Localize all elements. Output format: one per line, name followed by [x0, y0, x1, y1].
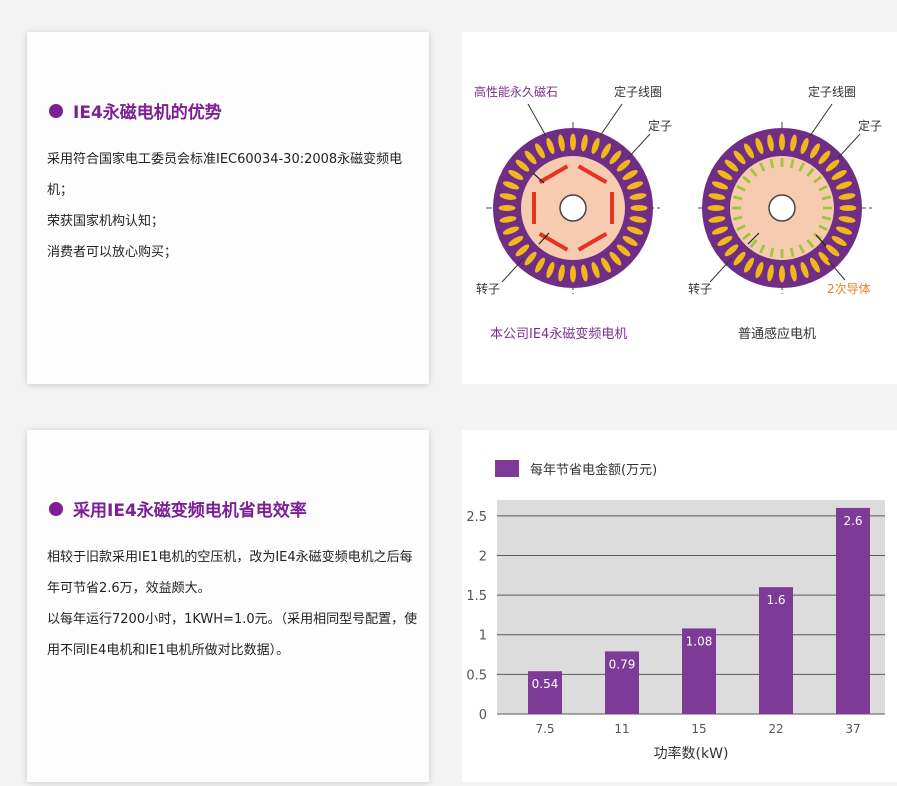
bullet-dot-icon	[49, 501, 63, 516]
x-tick-label: 22	[768, 722, 783, 736]
advantages-body: 采用符合国家电工委员会标准IEC60034-30:2008永磁变频电机； 荣获国…	[47, 144, 423, 268]
im-stator-leader	[837, 133, 861, 159]
advantages-heading: IE4永磁电机的优势	[49, 98, 222, 123]
stator-coil	[707, 205, 725, 211]
pm-magnet-leader	[527, 103, 547, 137]
secondary-conductor-bar	[823, 206, 832, 210]
pm-magnet-label: 高性能永久磁石	[474, 84, 558, 99]
legend-label: 每年节省电金额(万元)	[530, 462, 657, 478]
advantages-line-1: 采用符合国家电工委员会标准IEC60034-30:2008永磁变频电机；	[47, 152, 403, 198]
bullet-dot-icon	[49, 103, 63, 118]
induction-motor: 定子线圈 定子 转子 2次导体 普通感应电机	[688, 84, 882, 342]
y-tick-label: 0.5	[466, 668, 487, 683]
pm-shaft	[559, 194, 587, 222]
bar-data-label: 2.6	[843, 514, 862, 528]
savings-bar-chart: 每年节省电金额(万元) 0 0.5 1 1.5 2 2.5 0.54 0.79 1.08 1.6…	[466, 460, 885, 762]
y-tick-label: 2.5	[466, 510, 487, 525]
im-shaft	[768, 194, 796, 222]
pm-stator-label: 定子	[648, 118, 672, 133]
advantages-line-3: 消费者可以放心购买；	[47, 245, 178, 260]
pm-motor-caption: 本公司IE4永磁变频电机	[490, 326, 627, 342]
secondary-conductor-bar	[780, 249, 784, 258]
stator-coil	[570, 265, 576, 283]
im-rotor-label: 转子	[688, 281, 712, 296]
im-coil-leader	[809, 103, 833, 137]
bar-data-label: 0.54	[532, 677, 559, 691]
y-tick-label: 2	[479, 549, 487, 564]
pm-stator-leader	[627, 133, 651, 159]
bar	[836, 507, 870, 714]
x-axis-label: 功率数(kW)	[654, 745, 729, 762]
y-tick-label: 1.5	[466, 589, 487, 604]
pm-rotor-leader	[501, 257, 525, 283]
pm-coil-label: 定子线圈	[614, 84, 662, 99]
stator-coil	[570, 133, 576, 151]
pm-motor: 高性能永久磁石 定子线圈 定子 转子 本公司IE4永磁变频电机	[474, 84, 672, 342]
legend-swatch	[495, 460, 519, 477]
efficiency-body: 相较于旧款采用IE1电机的空压机，改为IE4永磁变频电机之后每年可节省2.6万，…	[47, 542, 423, 666]
x-tick-label: 37	[845, 722, 860, 736]
im-rotor-leader	[709, 257, 733, 283]
stator-coil	[839, 205, 857, 211]
efficiency-line-2: 以每年运行7200小时，1KWH=1.0元。（采用相同型号配置，使用不同IE4电…	[47, 612, 418, 658]
x-axis-ticks: 7.5 11 15 22 37	[535, 722, 860, 736]
bar-data-label: 0.79	[609, 657, 636, 671]
pm-rotor-label: 转子	[476, 281, 500, 296]
permanent-magnet	[610, 192, 614, 224]
bar-data-label: 1.6	[766, 593, 785, 607]
efficiency-heading: 采用IE4永磁变频电机省电效率	[49, 496, 307, 521]
x-tick-label: 7.5	[535, 722, 554, 736]
savings-chart-panel: 每年节省电金额(万元) 0 0.5 1 1.5 2 2.5 0.54 0.79 1.08 1.6…	[462, 430, 897, 782]
y-tick-label: 1	[479, 629, 487, 644]
y-tick-label: 0	[479, 708, 487, 723]
efficiency-line-1: 相较于旧款采用IE1电机的空压机，改为IE4永磁变频电机之后每年可节省2.6万，…	[47, 550, 413, 596]
permanent-magnet	[532, 192, 536, 224]
im-stator-label: 定子	[858, 118, 882, 133]
advantages-title: IE4永磁电机的优势	[73, 103, 222, 123]
im-conductor-label: 2次导体	[827, 282, 871, 296]
im-coil-label: 定子线圈	[808, 84, 856, 99]
stator-coil	[779, 265, 785, 283]
efficiency-card: 采用IE4永磁变频电机省电效率 相较于旧款采用IE1电机的空压机，改为IE4永磁…	[27, 430, 429, 782]
motor-diagram-panel: 高性能永久磁石 定子线圈 定子 转子 本公司IE4永磁变频电机 定子线圈 定子 …	[462, 32, 897, 384]
stator-coil	[630, 205, 648, 211]
secondary-conductor-bar	[732, 206, 741, 210]
im-motor-caption: 普通感应电机	[738, 326, 816, 342]
x-tick-label: 15	[691, 722, 706, 736]
advantages-card: IE4永磁电机的优势 采用符合国家电工委员会标准IEC60034-30:2008…	[27, 32, 429, 384]
pm-coil-leader	[599, 103, 623, 137]
y-axis-ticks: 0 0.5 1 1.5 2 2.5	[466, 510, 487, 723]
stator-coil	[779, 133, 785, 151]
motor-comparison-diagram: 高性能永久磁石 定子线圈 定子 转子 本公司IE4永磁变频电机 定子线圈 定子 …	[474, 84, 882, 342]
bar-data-label: 1.08	[686, 634, 713, 648]
efficiency-title: 采用IE4永磁变频电机省电效率	[73, 501, 307, 521]
x-tick-label: 11	[614, 722, 629, 736]
advantages-line-2: 荣获国家机构认知；	[47, 214, 165, 229]
secondary-conductor-bar	[780, 158, 784, 167]
stator-coil	[498, 205, 516, 211]
